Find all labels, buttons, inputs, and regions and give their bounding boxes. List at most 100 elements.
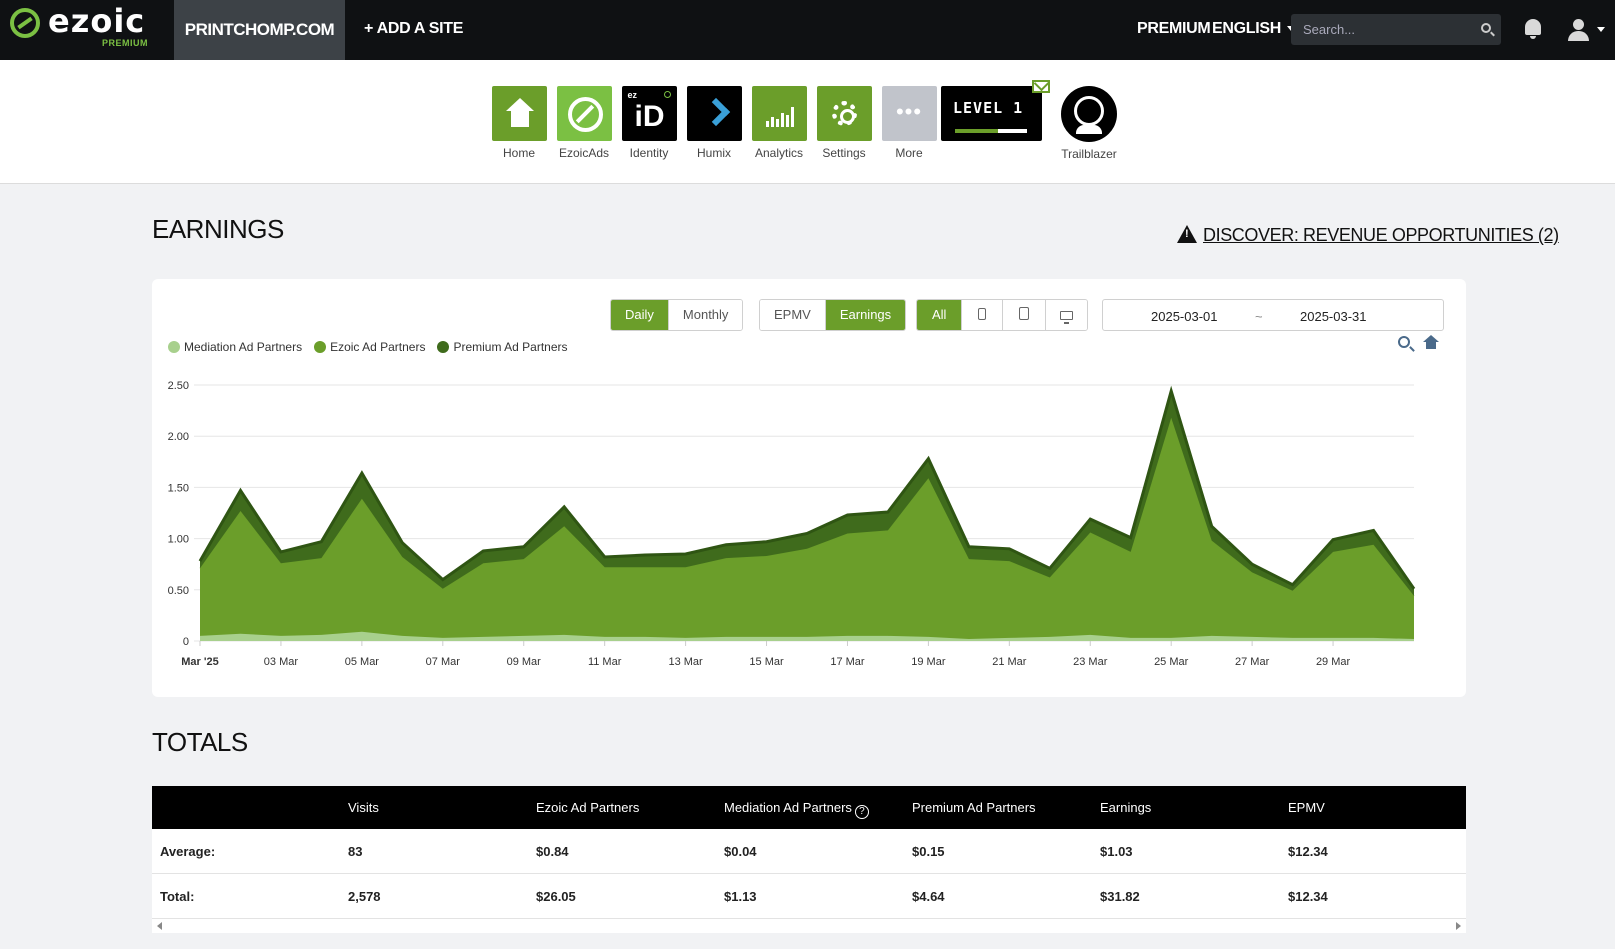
- cell-epmv: $12.34: [1288, 844, 1328, 859]
- gear-icon: [831, 101, 857, 126]
- table-row-average: Average: 83 $0.84 $0.04 $0.15 $1.03 $12.…: [152, 829, 1466, 874]
- user-avatar-icon[interactable]: [1567, 19, 1591, 41]
- x-tick-label: 07 Mar: [426, 656, 461, 668]
- x-tick-label: 05 Mar: [345, 656, 380, 668]
- identity-icon: ez iD: [621, 86, 677, 141]
- cell-ezoic: $0.84: [536, 844, 569, 859]
- x-tick-label: 23 Mar: [1073, 656, 1108, 668]
- horizontal-scrollbar[interactable]: [152, 919, 1466, 933]
- app-identity[interactable]: ez iD Identity: [621, 86, 677, 160]
- more-icon: [881, 86, 937, 141]
- cell-earnings: $1.03: [1100, 844, 1133, 859]
- search-placeholder: Search...: [1303, 22, 1356, 37]
- y-tick-label: 1.50: [168, 482, 189, 494]
- app-label: Trailblazer: [1061, 147, 1117, 161]
- language-label: ENGLISH: [1212, 20, 1282, 37]
- row-label: Total:: [160, 889, 195, 904]
- level-text: LEVEL 1: [953, 99, 1024, 117]
- chevron-down-icon[interactable]: [1597, 27, 1605, 32]
- analytics-icon: [751, 86, 807, 141]
- totals-table: Visits Ezoic Ad Partners Mediation Ad Pa…: [152, 786, 1466, 933]
- discover-label: DISCOVER: REVENUE OPPORTUNITIES (2): [1203, 225, 1559, 245]
- column-header-epmv: EPMV: [1288, 800, 1325, 815]
- cell-visits: 2,578: [348, 889, 381, 904]
- x-tick-label: 27 Mar: [1235, 656, 1270, 668]
- discover-revenue-link[interactable]: DISCOVER: REVENUE OPPORTUNITIES (2): [1177, 225, 1559, 246]
- ezoicads-icon: [556, 86, 612, 141]
- x-tick-label: 17 Mar: [830, 656, 865, 668]
- cell-premium: $0.15: [912, 844, 945, 859]
- app-humix[interactable]: Humix: [686, 86, 742, 160]
- cell-mediation: $0.04: [724, 844, 757, 859]
- x-tick-label: 19 Mar: [911, 656, 946, 668]
- totals-heading: TOTALS: [152, 727, 248, 757]
- y-tick-label: 0: [183, 636, 189, 648]
- astronaut-icon: [1061, 86, 1117, 142]
- search-input[interactable]: Search...: [1291, 14, 1501, 45]
- add-site-link[interactable]: + ADD A SITE: [364, 20, 463, 38]
- analytics-bars: [765, 105, 794, 127]
- x-tick-label: 09 Mar: [507, 656, 542, 668]
- cell-ezoic: $26.05: [536, 889, 576, 904]
- settings-tile: [816, 86, 872, 141]
- app-label: More: [895, 146, 923, 160]
- home-icon: [491, 86, 547, 141]
- column-header-ezoic: Ezoic Ad Partners: [536, 800, 640, 815]
- app-ezoicads[interactable]: EzoicAds: [556, 86, 612, 160]
- site-selector[interactable]: PRINTCHOMP.COM: [174, 0, 345, 60]
- x-tick-label: Mar '25: [181, 656, 218, 668]
- table-header-row: Visits Ezoic Ad Partners Mediation Ad Pa…: [152, 786, 1466, 829]
- app-analytics[interactable]: Analytics: [751, 86, 807, 160]
- logo-subtitle: PREMIUM: [102, 38, 148, 48]
- column-header-earnings: Earnings: [1100, 800, 1152, 815]
- app-launcher-bar: Home EzoicAds ez iD Identity Humix Analy…: [0, 60, 1615, 184]
- y-tick-label: 2.50: [168, 380, 189, 392]
- level-progress-bar: [955, 129, 1027, 133]
- scroll-left-icon[interactable]: [157, 922, 162, 930]
- help-icon[interactable]: ?: [854, 805, 869, 819]
- search-icon[interactable]: [1481, 23, 1491, 33]
- app-more[interactable]: More: [881, 86, 937, 160]
- ezoic-logo[interactable]: ezoic PREMIUM: [10, 2, 160, 52]
- x-tick-label: 25 Mar: [1154, 656, 1189, 668]
- app-settings[interactable]: Settings: [816, 86, 872, 160]
- language-dropdown[interactable]: ENGLISH: [1212, 20, 1296, 38]
- top-navbar: ezoic PREMIUM PRINTCHOMP.COM + ADD A SIT…: [0, 0, 1615, 60]
- identity-tile-text: iD: [634, 100, 665, 133]
- trailblazer-button[interactable]: Trailblazer: [1054, 86, 1124, 161]
- column-header-mediation-label: Mediation Ad Partners: [724, 800, 852, 815]
- identity-tile-sub: ez: [627, 90, 638, 100]
- app-home[interactable]: Home: [491, 86, 547, 160]
- earnings-chart-card: Daily Monthly EPMV Earnings All 2025-03-…: [152, 279, 1466, 697]
- cell-earnings: $31.82: [1100, 889, 1140, 904]
- y-tick-label: 1.00: [168, 534, 189, 546]
- humix-icon: [686, 86, 742, 141]
- x-tick-label: 11 Mar: [588, 656, 622, 668]
- y-tick-label: 0.50: [168, 585, 189, 597]
- earnings-heading: EARNINGS: [152, 214, 284, 244]
- premium-link[interactable]: PREMIUM: [1137, 20, 1211, 38]
- level-badge[interactable]: LEVEL 1: [941, 86, 1042, 141]
- column-header-premium: Premium Ad Partners: [912, 800, 1036, 815]
- x-tick-label: 13 Mar: [668, 656, 703, 668]
- earnings-area-chart: 0 0.50 1.00 1.50 2.00 2.50 Mar '25 03 Mar 05 Mar…: [168, 380, 1416, 668]
- bell-icon[interactable]: [1524, 19, 1542, 39]
- mail-icon[interactable]: [1032, 80, 1050, 93]
- identity-dot-icon: [663, 91, 671, 98]
- warning-icon: [1177, 225, 1197, 243]
- row-label: Average:: [160, 844, 216, 859]
- table-row-total: Total: 2,578 $26.05 $1.13 $4.64 $31.82 $…: [152, 874, 1466, 919]
- x-tick-label: 15 Mar: [749, 656, 784, 668]
- cell-visits: 83: [348, 844, 363, 859]
- x-tick-label: 03 Mar: [264, 656, 299, 668]
- cell-epmv: $12.34: [1288, 889, 1328, 904]
- cell-premium: $4.64: [912, 889, 945, 904]
- x-tick-label: 29 Mar: [1316, 656, 1351, 668]
- y-tick-label: 2.00: [168, 431, 189, 443]
- logo-text: ezoic: [48, 2, 146, 40]
- ezoic-logo-icon: [10, 8, 40, 38]
- column-header-mediation: Mediation Ad Partners?: [724, 800, 869, 819]
- x-tick-label: 21 Mar: [992, 656, 1027, 668]
- scroll-right-icon[interactable]: [1456, 922, 1461, 930]
- cell-mediation: $1.13: [724, 889, 757, 904]
